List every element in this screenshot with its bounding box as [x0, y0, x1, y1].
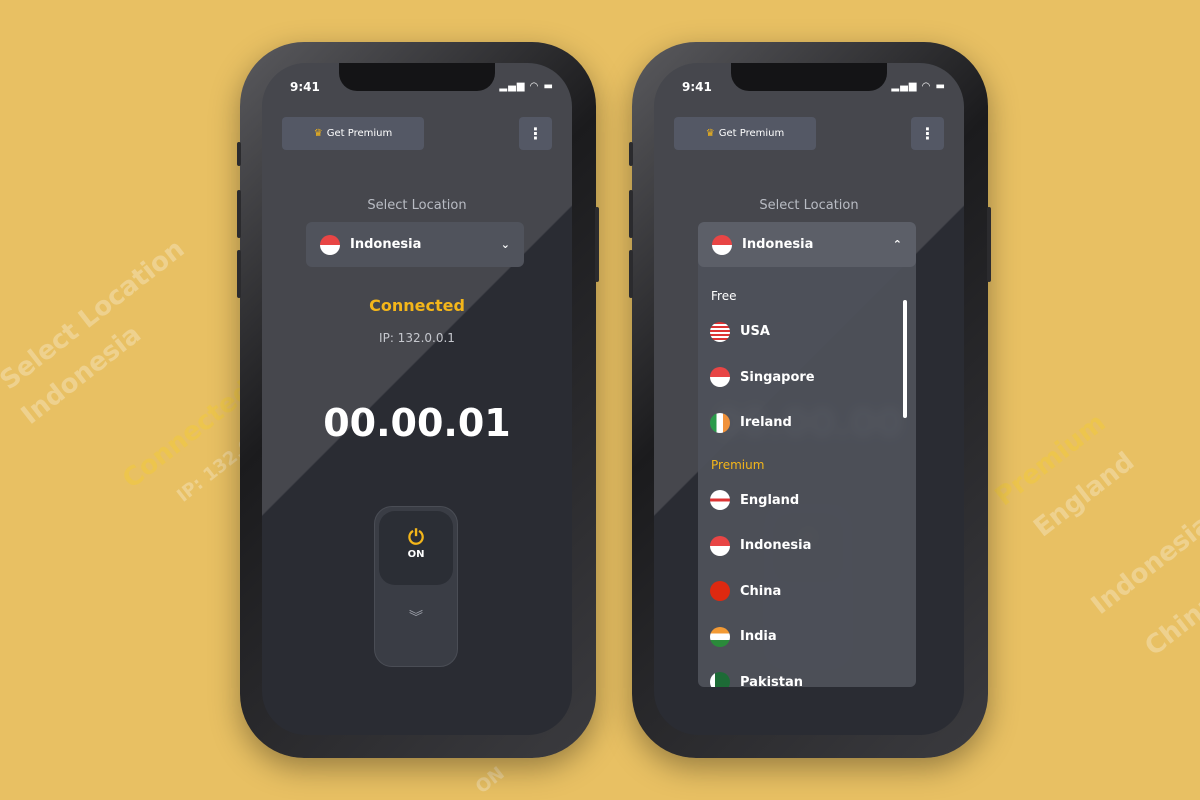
england-flag-icon [710, 490, 730, 511]
side-button [237, 250, 241, 298]
status-time: 9:41 [290, 80, 320, 94]
phone-location-list: 00.00.00 ⏻ 9:41 ▂▄▆ ◠ ▬ ♛Get Premium ⋮ S… [629, 42, 991, 758]
signal-wifi-battery-icon: ▂▄▆ ◠ ▬ [499, 81, 554, 92]
location-dropdown[interactable]: Indonesia ⌄ [306, 222, 524, 267]
get-premium-button[interactable]: ♛ Get Premium [674, 117, 816, 150]
crown-icon: ♛ [313, 128, 323, 139]
side-button [237, 142, 241, 166]
side-button [595, 207, 599, 282]
side-button [237, 190, 241, 238]
bg-text: China [1139, 587, 1200, 663]
side-button [987, 207, 991, 282]
list-item-indonesia[interactable]: Indonesia [698, 523, 916, 569]
toggle-label: ON [407, 549, 425, 560]
list-item-pakistan[interactable]: Pakistan [698, 660, 916, 687]
china-flag-icon [710, 581, 730, 602]
usa-flag-icon [710, 321, 730, 342]
select-location-label: Select Location [367, 198, 467, 213]
country-name: Indonesia [740, 538, 812, 554]
screen: 9:41 ▂▄▆ ◠ ▬ ♛ Get Premium ⋮ Select Locat… [262, 63, 572, 735]
phone-connected: 9:41 ▂▄▆ ◠ ▬ ♛ Get Premium ⋮ Select Locat… [237, 42, 599, 758]
pakistan-flag-icon [710, 672, 730, 687]
list-item-india[interactable]: India [698, 614, 916, 660]
get-premium-button[interactable]: ♛ Get Premium [282, 117, 424, 150]
chevron-up-icon: ⌃ [892, 238, 902, 251]
country-name: England [740, 492, 800, 508]
list-item-singapore[interactable]: Singapore [698, 355, 916, 401]
chevrons-down-icon: ︾ [409, 610, 423, 626]
screen: 00.00.00 ⏻ 9:41 ▂▄▆ ◠ ▬ ♛Get Premium ⋮ S… [654, 63, 964, 735]
selected-country: Indonesia [350, 237, 422, 252]
free-group-label: Free [711, 289, 737, 303]
list-scrollbar[interactable] [903, 300, 907, 418]
indonesia-flag-icon [710, 535, 730, 556]
list-item-ireland[interactable]: Ireland [698, 400, 916, 446]
ip-address: IP: 132.0.0.1 [379, 331, 455, 345]
connection-timer: 00.00.01 [323, 401, 511, 445]
get-premium-label: Get Premium [326, 128, 393, 139]
selected-country: Indonesia [742, 237, 814, 252]
country-name: Singapore [740, 369, 815, 385]
side-button [629, 142, 633, 166]
more-vertical-icon[interactable]: ⋮ [519, 117, 552, 150]
select-location-label: Select Location [759, 198, 859, 213]
signal-wifi-battery-icon: ▂▄▆ ◠ ▬ [891, 81, 946, 92]
country-name: China [740, 583, 782, 599]
location-dropdown[interactable]: Indonesia ⌃ [698, 222, 916, 267]
get-premium-label: Get Premium [718, 128, 785, 139]
country-name: USA [740, 324, 770, 340]
indonesia-flag-icon [320, 234, 340, 255]
connection-status: Connected [369, 296, 465, 315]
country-name: Ireland [740, 415, 792, 431]
power-button[interactable]: ⏻ ON [379, 511, 453, 585]
status-time: 9:41 [682, 80, 712, 94]
power-icon: ⏻ [408, 525, 424, 549]
location-list[interactable]: Indonesia ⌃ Free USA Singapore Ireland Pr… [698, 222, 916, 687]
more-vertical-icon[interactable]: ⋮ [911, 117, 944, 150]
india-flag-icon [710, 626, 730, 647]
premium-group-label: Premium [711, 457, 765, 472]
crown-icon: ♛ [705, 128, 715, 139]
side-button [629, 250, 633, 298]
singapore-flag-icon [710, 367, 730, 388]
vpn-toggle[interactable]: ⏻ ON ︾ [374, 506, 458, 667]
country-name: Pakistan [740, 674, 804, 687]
country-name: India [740, 629, 777, 645]
bg-text: ON [471, 762, 509, 799]
list-item-china[interactable]: China [698, 569, 916, 615]
ireland-flag-icon [710, 412, 730, 433]
side-button [629, 190, 633, 238]
list-item-usa[interactable]: USA [698, 309, 916, 355]
indonesia-flag-icon [712, 234, 732, 255]
chevron-down-icon: ⌄ [500, 238, 510, 251]
notch [339, 63, 495, 91]
list-item-england[interactable]: England [698, 478, 916, 524]
notch [731, 63, 887, 91]
